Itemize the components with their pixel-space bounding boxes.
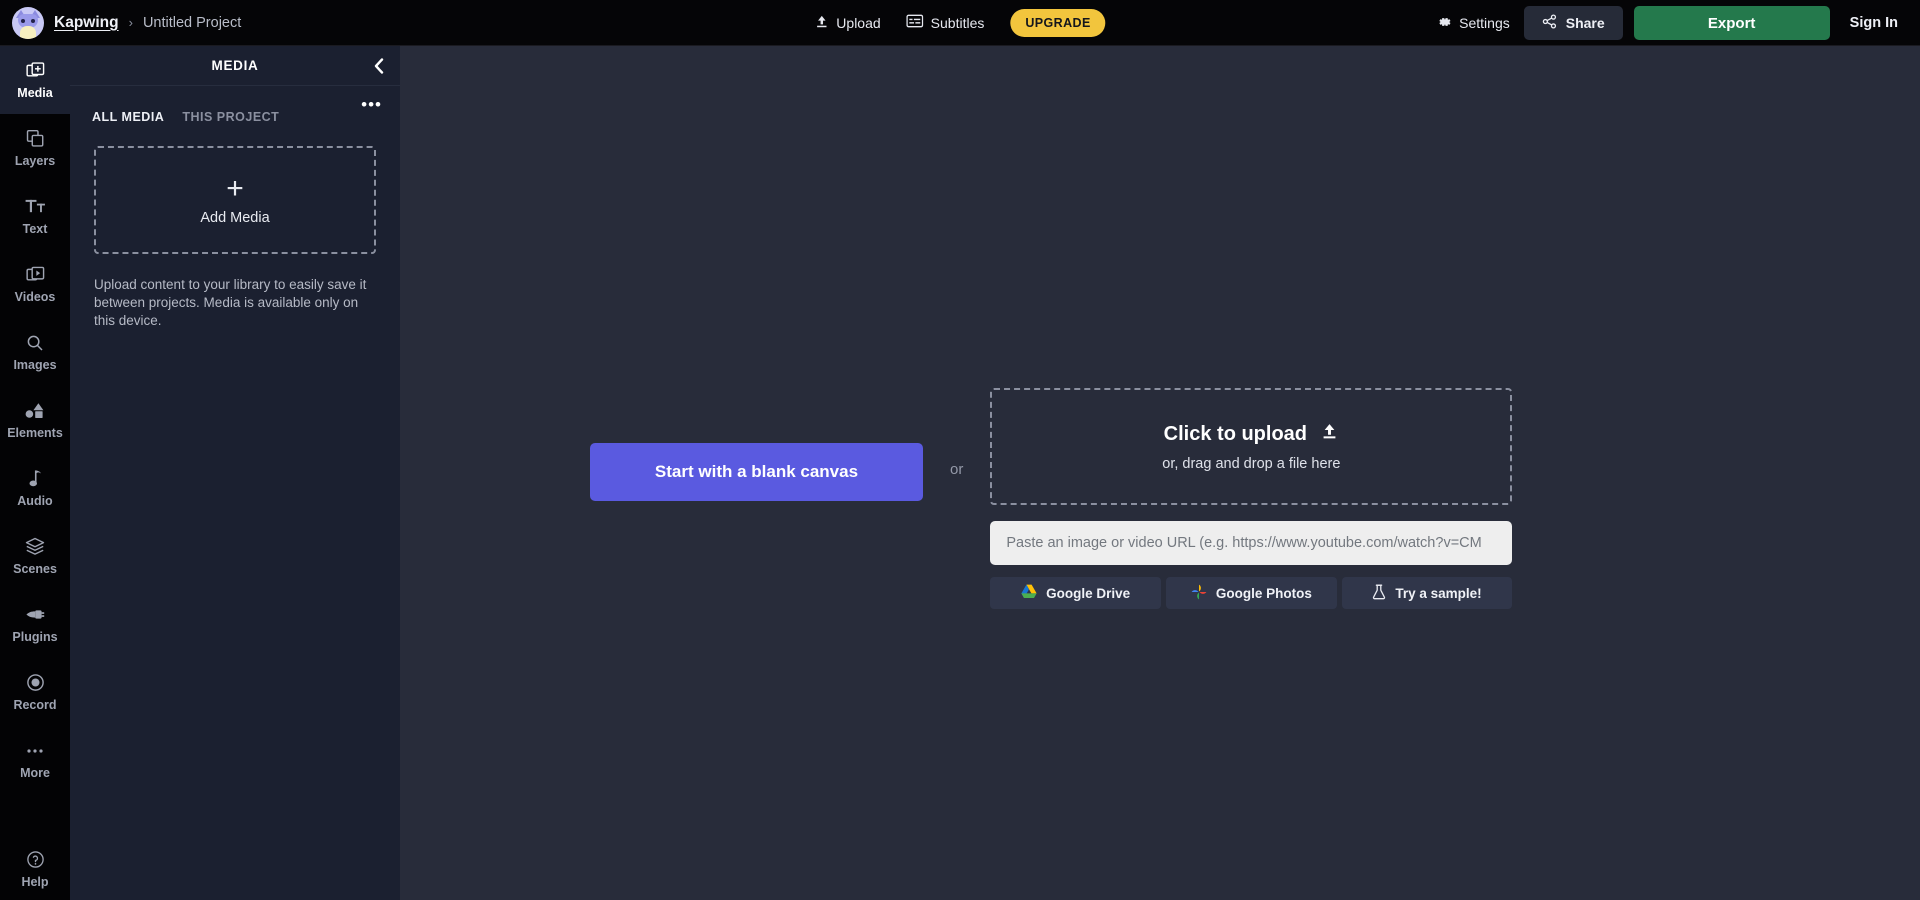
sidebar-label-audio: Audio [17, 493, 53, 508]
sidebar-label-more: More [20, 765, 50, 780]
shapes-icon [25, 401, 45, 421]
flask-icon [1372, 584, 1386, 603]
upload-icon [1320, 422, 1339, 447]
subtitles-label: Subtitles [930, 14, 985, 31]
settings-button[interactable]: Settings [1438, 15, 1510, 32]
upgrade-button[interactable]: UPGRADE [1010, 8, 1106, 37]
breadcrumb: Kapwing › Untitled Project [0, 6, 241, 39]
upload-dropzone-title: Click to upload [1164, 422, 1339, 447]
sidebar-item-images[interactable]: Images [0, 318, 70, 386]
ellipsis-icon [25, 741, 45, 761]
try-a-sample-button[interactable]: Try a sample! [1341, 577, 1513, 609]
sidebar-item-plugins[interactable]: Plugins [0, 590, 70, 658]
service-buttons-row: Google Drive Google Photos Try a sample! [990, 577, 1513, 609]
google-photos-label: Google Photos [1215, 585, 1312, 601]
media-options-ellipsis-icon[interactable]: ••• [361, 96, 382, 113]
sidebar-label-layers: Layers [14, 153, 56, 168]
brand-link[interactable]: Kapwing [54, 14, 119, 32]
left-rail: Media Layers Text Videos Images Elements… [0, 46, 70, 900]
video-icon [25, 265, 45, 285]
try-a-sample-label: Try a sample! [1395, 585, 1482, 601]
share-button[interactable]: Share [1523, 6, 1623, 40]
record-icon [26, 673, 45, 693]
sidebar-label-scenes: Scenes [13, 561, 57, 576]
google-drive-button[interactable]: Google Drive [990, 577, 1162, 609]
page-title: MEDIA [211, 58, 259, 73]
export-button[interactable]: Export [1633, 6, 1830, 40]
sidebar-label-plugins: Plugins [12, 629, 58, 644]
media-panel-note: Upload content to your library to easily… [94, 277, 367, 329]
chevron-left-icon[interactable] [373, 57, 386, 75]
layers-icon [26, 129, 45, 149]
sidebar-item-help[interactable]: Help [0, 838, 70, 900]
or-separator: or [950, 461, 964, 478]
google-photos-icon [1191, 584, 1207, 603]
upload-button[interactable]: Upload [814, 14, 881, 32]
share-label: Share [1565, 15, 1605, 31]
gear-icon [1438, 15, 1452, 32]
top-right-actions: Settings Share Export Sign In [1438, 0, 1920, 46]
add-media-dropzone[interactable]: + Add Media [94, 146, 376, 254]
sidebar-item-audio[interactable]: Audio [0, 454, 70, 522]
tab-this-project[interactable]: THIS PROJECT [182, 110, 279, 126]
google-drive-label: Google Drive [1046, 585, 1131, 601]
sidebar-item-text[interactable]: Text [0, 182, 70, 250]
click-to-upload-dropzone[interactable]: Click to upload or, drag and drop a file… [990, 388, 1513, 505]
settings-label: Settings [1459, 15, 1510, 31]
upload-title-text: Click to upload [1163, 422, 1308, 445]
sidebar-label-text: Text [22, 221, 48, 236]
add-media-label: Add Media [200, 210, 270, 226]
sidebar-item-videos[interactable]: Videos [0, 250, 70, 318]
upload-icon [814, 14, 829, 32]
question-circle-icon [26, 850, 45, 870]
start-blank-canvas-button[interactable]: Start with a blank canvas [590, 443, 923, 501]
plus-icon: + [226, 172, 244, 205]
sidebar-item-more[interactable]: More [0, 726, 70, 794]
tab-all-media[interactable]: ALL MEDIA [92, 110, 164, 126]
sidebar-item-scenes[interactable]: Scenes [0, 522, 70, 590]
upload-label: Upload [836, 14, 881, 31]
media-panel: MEDIA ALL MEDIA THIS PROJECT ••• + Add M… [70, 46, 400, 900]
media-tabs: ALL MEDIA THIS PROJECT ••• [70, 86, 400, 126]
project-title[interactable]: Untitled Project [143, 15, 241, 31]
media-url-input[interactable] [990, 521, 1513, 565]
sidebar-label-videos: Videos [14, 289, 56, 304]
sidebar-label-record: Record [13, 697, 57, 712]
google-drive-icon [1021, 584, 1037, 602]
sidebar-label-elements: Elements [7, 425, 63, 440]
subtitles-button[interactable]: Subtitles [906, 14, 985, 31]
sidebar-item-layers[interactable]: Layers [0, 114, 70, 182]
text-icon [25, 197, 46, 217]
breadcrumb-separator: › [128, 15, 133, 30]
sidebar-label-help: Help [21, 874, 49, 889]
start-options: Start with a blank canvas or Click to up… [590, 388, 1513, 609]
share-icon [1542, 14, 1557, 32]
sign-in-button[interactable]: Sign In [1850, 15, 1898, 31]
upload-column: Click to upload or, drag and drop a file… [990, 388, 1513, 609]
sidebar-label-media: Media [17, 85, 53, 100]
sidebar-item-media[interactable]: Media [0, 46, 70, 114]
media-add-icon [25, 61, 45, 81]
media-panel-header: MEDIA [70, 46, 400, 86]
sidebar-item-record[interactable]: Record [0, 658, 70, 726]
kapwing-cat-logo[interactable] [12, 6, 44, 39]
main-canvas: Start with a blank canvas or Click to up… [400, 46, 1920, 900]
search-icon [26, 333, 44, 353]
sidebar-item-elements[interactable]: Elements [0, 386, 70, 454]
stack-icon [25, 537, 45, 557]
google-photos-button[interactable]: Google Photos [1166, 577, 1337, 609]
top-bar: Kapwing › Untitled Project Upload Subtit… [0, 0, 1920, 46]
subtitles-icon [906, 14, 924, 31]
music-note-icon [28, 469, 43, 489]
upload-dropzone-subtitle: or, drag and drop a file here [1162, 455, 1341, 472]
plug-icon [25, 605, 45, 625]
sidebar-label-images: Images [13, 357, 57, 372]
top-center-actions: Upload Subtitles UPGRADE [814, 8, 1106, 37]
